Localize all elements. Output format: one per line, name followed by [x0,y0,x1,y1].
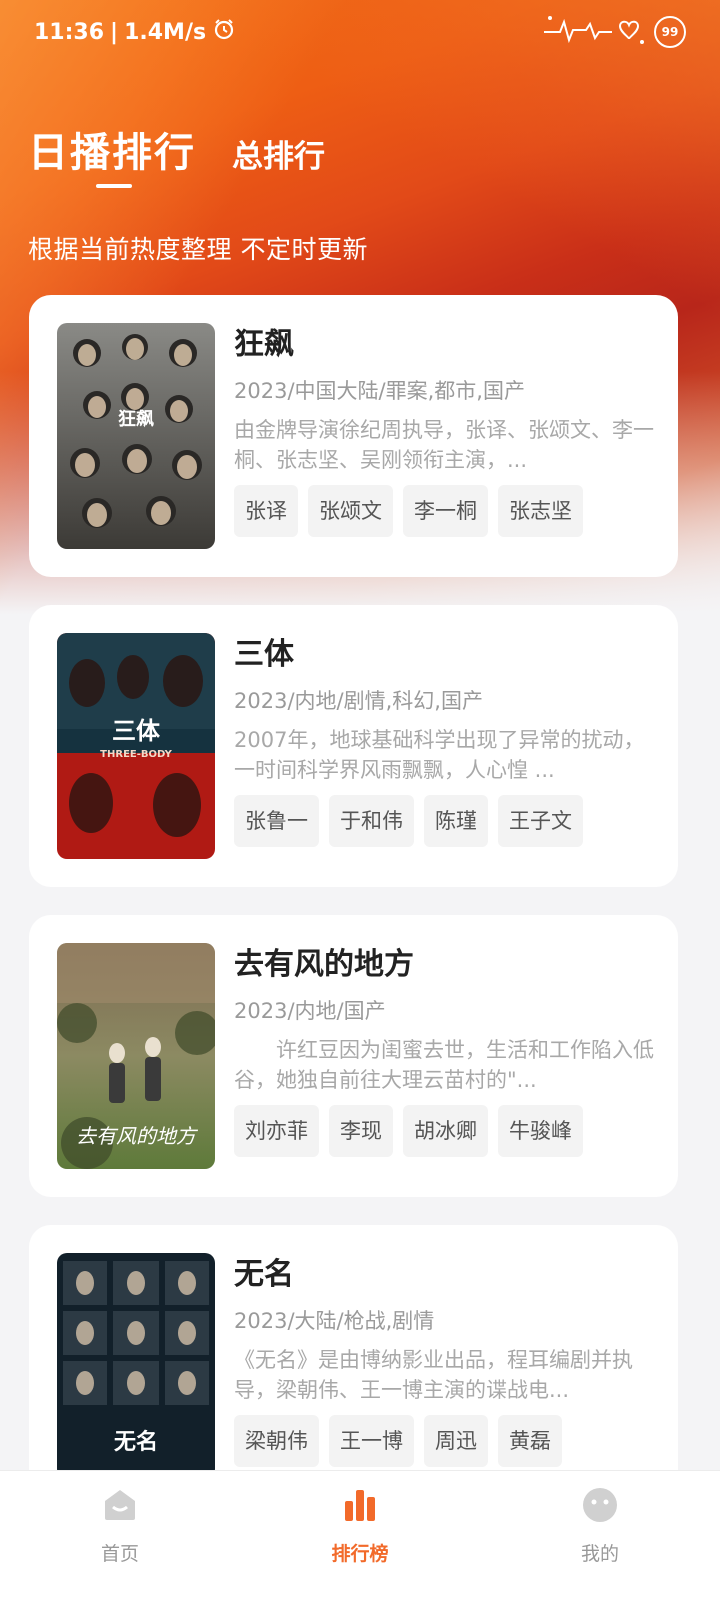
list-item[interactable]: 狂飙 狂飙 2023/中国大陆/罪案,都市,国产 由金牌导演徐纪周执导，张译、张… [29,295,678,577]
cast-tag[interactable]: 张志坚 [498,485,583,537]
tab-total-ranking[interactable]: 总排行 [232,131,325,178]
poster-subtitle-text: THREE-BODY [100,749,172,760]
item-info: 无名 2023/大陆/枪战,剧情 《无名》是由博纳影业出品，程耳编剧并执导，梁朝… [234,1255,654,1467]
nav-label-ranking: 排行榜 [331,1543,389,1565]
nav-item-mine[interactable]: 我的 [530,1487,670,1600]
bottom-navigation: 首页 排行榜 我的 [0,1470,720,1600]
item-title: 无名 [234,1257,294,1292]
item-info: 去有风的地方 2023/内地/国产 许红豆因为闺蜜去世，生活和工作陷入低谷，她独… [234,945,654,1157]
cast-tags: 梁朝伟 王一博 周迅 黄磊 [234,1415,654,1467]
cast-tag[interactable]: 张译 [234,485,298,537]
cast-tag[interactable]: 刘亦菲 [234,1105,319,1157]
cast-tag[interactable]: 胡冰卿 [403,1105,488,1157]
list-item[interactable]: 无名 无名 2023/大陆/枪战,剧情 《无名》是由博纳影业出品，程耳编剧并执导… [29,1225,678,1507]
item-description: 许红豆因为闺蜜去世，生活和工作陷入低谷，她独自前往大理云苗村的"... [234,1038,654,1092]
home-icon [102,1487,138,1527]
cast-tag[interactable]: 周迅 [424,1415,488,1467]
poster-title-text: 去有风的地方 [76,1124,199,1148]
smiley-icon [582,1487,618,1527]
alarm-icon [212,17,236,47]
ranking-subtitle: 根据当前热度整理 不定时更新 [28,235,368,264]
item-meta: 2023/中国大陆/罪案,都市,国产 [234,379,525,403]
list-item[interactable]: 去有风的地方 去有风的地方 2023/内地/国产 许红豆因为闺蜜去世，生活和工作… [29,915,678,1197]
poster-title-text: 三体 [112,717,161,745]
item-description: 《无名》是由博纳影业出品，程耳编剧并执导，梁朝伟、王一博主演的谍战电... [234,1348,633,1402]
heartbeat-icon [542,14,646,50]
cast-tag[interactable]: 李一桐 [403,485,488,537]
status-bar: 11:36 | 1.4M/s 99 [0,0,720,64]
cast-tags: 刘亦菲 李现 胡冰卿 牛骏峰 [234,1105,654,1157]
cast-tag[interactable]: 牛骏峰 [498,1105,583,1157]
poster-image: 去有风的地方 [57,943,215,1169]
item-meta: 2023/大陆/枪战,剧情 [234,1309,435,1333]
item-meta: 2023/内地/剧情,科幻,国产 [234,689,483,713]
cast-tags: 张鲁一 于和伟 陈瑾 王子文 [234,795,654,847]
cast-tag[interactable]: 李现 [329,1105,393,1157]
battery-indicator: 99 [654,16,686,48]
item-description: 2007年，地球基础科学出现了异常的扰动，一时间科学界风雨飘飘，人心惶 ... [234,728,645,782]
ranking-list: 狂飙 狂飙 2023/中国大陆/罪案,都市,国产 由金牌导演徐纪周执导，张译、张… [29,295,678,1535]
poster-image: 无名 [57,1253,215,1479]
item-title: 三体 [234,637,294,672]
poster-title-text: 无名 [114,1429,158,1455]
item-description: 由金牌导演徐纪周执导，张译、张颂文、李一桐、张志坚、吴刚领衔主演，... [234,418,654,472]
poster-image: 狂飙 [57,323,215,549]
list-item[interactable]: 三体 THREE-BODY 三体 2023/内地/剧情,科幻,国产 2007年，… [29,605,678,887]
tab-active-indicator [96,184,132,188]
cast-tag[interactable]: 王一博 [329,1415,414,1467]
cast-tag[interactable]: 梁朝伟 [234,1415,319,1467]
nav-label-home: 首页 [100,1543,139,1565]
cast-tag[interactable]: 陈瑾 [424,795,488,847]
nav-item-home[interactable]: 首页 [50,1487,190,1600]
item-title: 去有风的地方 [234,947,414,982]
cast-tag[interactable]: 于和伟 [329,795,414,847]
cast-tag[interactable]: 张鲁一 [234,795,319,847]
status-divider: | [110,19,119,45]
item-info: 三体 2023/内地/剧情,科幻,国产 2007年，地球基础科学出现了异常的扰动… [234,635,654,847]
nav-label-mine: 我的 [580,1543,619,1565]
status-speed: 1.4M/s [124,19,207,45]
cast-tag[interactable]: 王子文 [498,795,583,847]
cast-tag[interactable]: 张颂文 [308,485,393,537]
item-title: 狂飙 [234,327,294,362]
cast-tags: 张译 张颂文 李一桐 张志坚 [234,485,654,537]
status-left: 11:36 | 1.4M/s [34,17,236,47]
poster-image: 三体 THREE-BODY [57,633,215,859]
status-time: 11:36 [34,19,105,45]
bar-chart-icon [342,1487,378,1527]
item-info: 狂飙 2023/中国大陆/罪案,都市,国产 由金牌导演徐纪周执导，张译、张颂文、… [234,325,654,537]
poster-title-text: 狂飙 [118,408,154,430]
nav-item-ranking[interactable]: 排行榜 [290,1487,430,1600]
item-meta: 2023/内地/国产 [234,999,386,1023]
cast-tag[interactable]: 黄磊 [498,1415,562,1467]
tab-daily-ranking[interactable]: 日播排行 [28,120,196,178]
ranking-tabs: 日播排行 总排行 [28,120,325,178]
status-right: 99 [542,14,686,50]
